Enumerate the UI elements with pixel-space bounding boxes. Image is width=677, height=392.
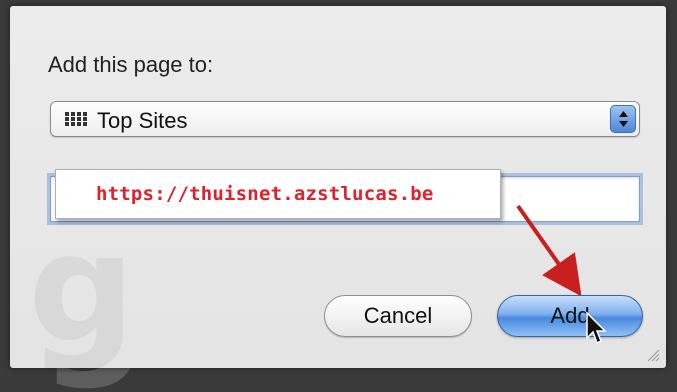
add-bookmark-sheet: g Add this page to: Top Sites https://th… [10,6,666,368]
add-button[interactable]: Add [497,295,643,337]
resize-grip-icon[interactable] [646,348,660,362]
mouse-cursor-icon [586,312,607,345]
cancel-button[interactable]: Cancel [324,295,472,337]
